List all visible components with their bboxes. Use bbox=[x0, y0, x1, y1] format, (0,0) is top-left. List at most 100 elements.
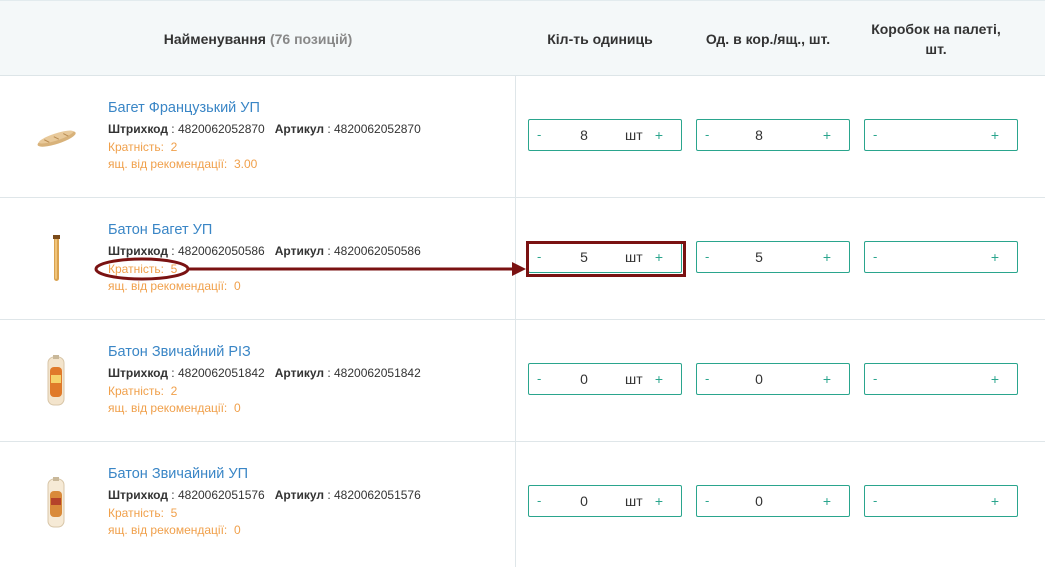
recommendation-value: 0 bbox=[233, 523, 241, 537]
table-header: Найменування (76 позицій) Кіл-ть одиниць… bbox=[0, 0, 1045, 76]
units-value[interactable]: 0 bbox=[697, 486, 821, 516]
items-count: (76 позицій) bbox=[269, 31, 353, 47]
product-image bbox=[47, 477, 65, 528]
decrement-button[interactable]: - bbox=[873, 242, 877, 272]
units-value[interactable]: 0 bbox=[697, 364, 821, 394]
increment-button[interactable]: + bbox=[991, 120, 999, 150]
recommendation-value: 0 bbox=[233, 279, 241, 293]
recommendation-label: ящ. від рекомендації: bbox=[108, 523, 228, 537]
increment-button[interactable]: + bbox=[823, 364, 831, 394]
recommendation: ящ. від рекомендації: 0 bbox=[108, 279, 241, 293]
product-codes: Штрихкод : 4820062051842 Артикул : 482006… bbox=[108, 366, 421, 380]
unit-label: шт bbox=[625, 371, 643, 387]
product-name-link[interactable]: Батон Багет УП bbox=[108, 222, 212, 238]
units-stepper[interactable]: - 8 + bbox=[696, 119, 850, 151]
multiplicity: Кратність: 5 bbox=[108, 506, 177, 520]
decrement-button[interactable]: - bbox=[873, 364, 877, 394]
barcode-value: 4820062051576 bbox=[177, 488, 265, 502]
article-value: 4820062052870 bbox=[334, 122, 421, 136]
qty-value[interactable]: 0 bbox=[529, 364, 639, 394]
product-name-link[interactable]: Батон Звичайний УП bbox=[108, 466, 248, 482]
increment-button[interactable]: + bbox=[823, 242, 831, 272]
recommendation-label: ящ. від рекомендації: bbox=[108, 401, 228, 415]
product-image bbox=[37, 130, 76, 147]
qty-value[interactable]: 5 bbox=[529, 242, 639, 272]
barcode-label: Штрихкод bbox=[108, 244, 168, 258]
article-label: Артикул bbox=[274, 366, 324, 380]
product-name-link[interactable]: Багет Французький УП bbox=[108, 100, 260, 116]
column-boxes-label: Коробок на палеті, шт. bbox=[871, 21, 1001, 57]
multiplicity-value: 5 bbox=[170, 262, 178, 276]
boxes-stepper[interactable]: - + bbox=[864, 363, 1018, 395]
article-value: 4820062051842 bbox=[334, 366, 421, 380]
units-stepper[interactable]: - 0 + bbox=[696, 363, 850, 395]
column-boxes: Коробок на палеті, шт. bbox=[852, 1, 1020, 77]
table-row: Батон Звичайний РІЗ Штрихкод : 482006205… bbox=[0, 320, 1045, 442]
product-codes: Штрихкод : 4820062051576 Артикул : 482006… bbox=[108, 488, 421, 502]
table-row: Батон Багет УП Штрихкод : 4820062050586 А… bbox=[0, 198, 1045, 320]
boxes-stepper[interactable]: - + bbox=[864, 485, 1018, 517]
article-value: 4820062051576 bbox=[334, 488, 421, 502]
article-label: Артикул bbox=[274, 244, 324, 258]
increment-button[interactable]: + bbox=[991, 364, 999, 394]
unit-label: шт bbox=[625, 127, 643, 143]
units-stepper[interactable]: - 5 + bbox=[696, 241, 850, 273]
multiplicity-value: 5 bbox=[170, 506, 178, 520]
product-codes: Штрихкод : 4820062052870 Артикул : 482006… bbox=[108, 122, 421, 136]
increment-button[interactable]: + bbox=[655, 364, 663, 394]
column-units: Од. в кор./ящ., шт. bbox=[705, 31, 831, 47]
units-value[interactable]: 5 bbox=[697, 242, 821, 272]
barcode-value: 4820062052870 bbox=[177, 122, 265, 136]
increment-button[interactable]: + bbox=[823, 486, 831, 516]
recommendation: ящ. від рекомендації: 0 bbox=[108, 401, 241, 415]
column-name-label: Найменування bbox=[163, 31, 266, 47]
product-image bbox=[47, 355, 65, 406]
qty-stepper[interactable]: - 0 шт + bbox=[528, 485, 682, 517]
qty-stepper[interactable]: - 5 шт + bbox=[528, 241, 682, 273]
units-stepper[interactable]: - 0 + bbox=[696, 485, 850, 517]
recommendation-label: ящ. від рекомендації: bbox=[108, 157, 228, 171]
qty-value[interactable]: 8 bbox=[529, 120, 639, 150]
multiplicity-label: Кратність: bbox=[108, 506, 164, 520]
barcode-label: Штрихкод bbox=[108, 122, 168, 136]
article-label: Артикул bbox=[274, 488, 324, 502]
recommendation-value: 3.00 bbox=[233, 157, 258, 171]
product-codes: Штрихкод : 4820062050586 Артикул : 482006… bbox=[108, 244, 421, 258]
decrement-button[interactable]: - bbox=[873, 486, 877, 516]
table-row: Багет Французький УП Штрихкод : 48200620… bbox=[0, 76, 1045, 198]
increment-button[interactable]: + bbox=[991, 486, 999, 516]
recommendation-label: ящ. від рекомендації: bbox=[108, 279, 228, 293]
increment-button[interactable]: + bbox=[655, 242, 663, 272]
increment-button[interactable]: + bbox=[823, 120, 831, 150]
barcode-label: Штрихкод bbox=[108, 488, 168, 502]
decrement-button[interactable]: - bbox=[873, 120, 877, 150]
recommendation-value: 0 bbox=[233, 401, 241, 415]
boxes-stepper[interactable]: - + bbox=[864, 119, 1018, 151]
barcode-value: 4820062050586 bbox=[177, 244, 265, 258]
product-image bbox=[53, 235, 60, 281]
qty-stepper[interactable]: - 0 шт + bbox=[528, 363, 682, 395]
multiplicity-label: Кратність: bbox=[108, 140, 164, 154]
unit-label: шт bbox=[625, 249, 643, 265]
increment-button[interactable]: + bbox=[655, 486, 663, 516]
barcode-value: 4820062051842 bbox=[177, 366, 265, 380]
multiplicity-label: Кратність: bbox=[108, 262, 164, 276]
recommendation: ящ. від рекомендації: 0 bbox=[108, 523, 241, 537]
qty-stepper[interactable]: - 8 шт + bbox=[528, 119, 682, 151]
units-value[interactable]: 8 bbox=[697, 120, 821, 150]
barcode-label: Штрихкод bbox=[108, 366, 168, 380]
multiplicity-value: 2 bbox=[170, 384, 178, 398]
multiplicity: Кратність: 2 bbox=[108, 384, 177, 398]
column-qty: Кіл-ть одиниць bbox=[547, 31, 653, 47]
increment-button[interactable]: + bbox=[991, 242, 999, 272]
increment-button[interactable]: + bbox=[655, 120, 663, 150]
article-value: 4820062050586 bbox=[334, 244, 421, 258]
table-row: Батон Звичайний УП Штрихкод : 4820062051… bbox=[0, 442, 1045, 564]
product-name-link[interactable]: Батон Звичайний РІЗ bbox=[108, 344, 251, 360]
unit-label: шт bbox=[625, 493, 643, 509]
boxes-stepper[interactable]: - + bbox=[864, 241, 1018, 273]
multiplicity: Кратність: 5 bbox=[108, 262, 177, 276]
multiplicity: Кратність: 2 bbox=[108, 140, 177, 154]
multiplicity-label: Кратність: bbox=[108, 384, 164, 398]
qty-value[interactable]: 0 bbox=[529, 486, 639, 516]
